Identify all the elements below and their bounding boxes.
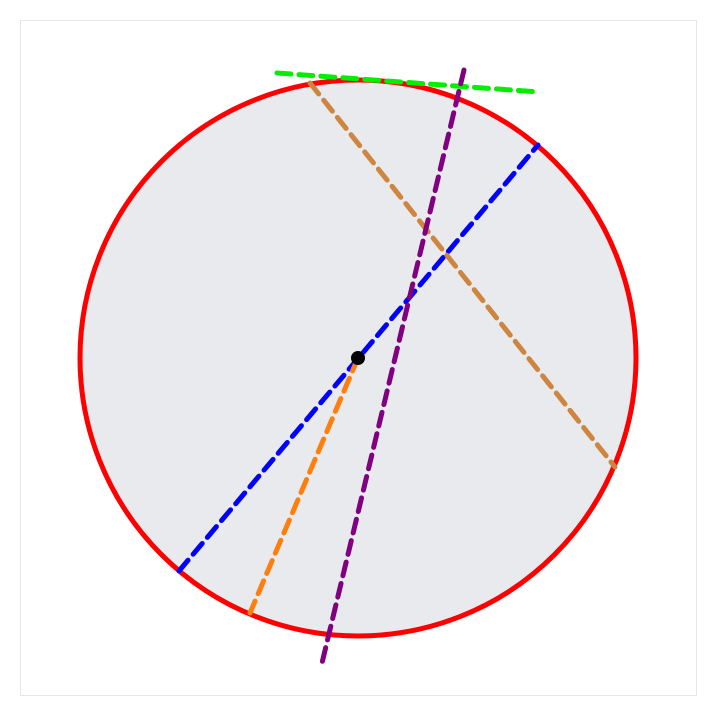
page [0, 0, 717, 717]
center-point [351, 351, 365, 365]
circle-diagram [77, 67, 639, 666]
